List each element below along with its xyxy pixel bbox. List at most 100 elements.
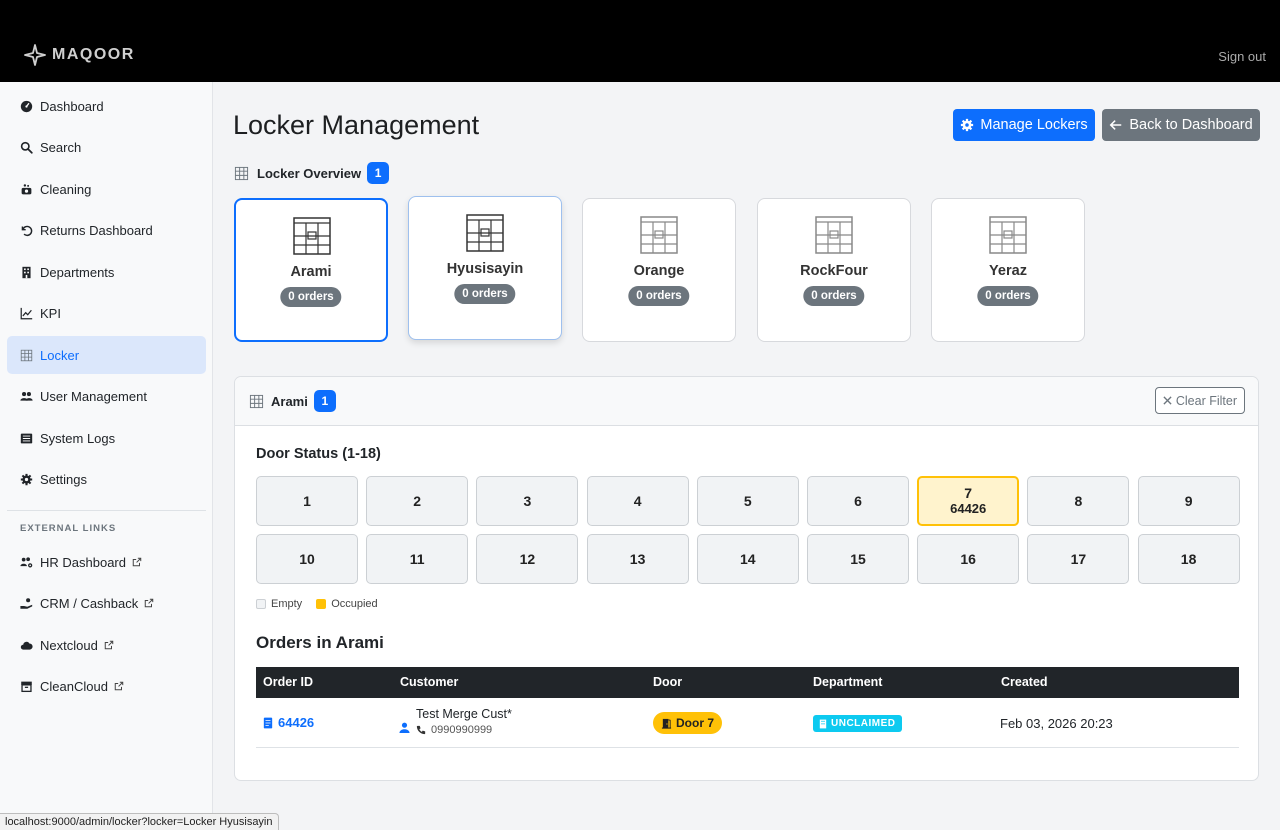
locker-card-orange[interactable]: Orange 0 orders (582, 198, 736, 342)
sidebar-item-dashboard[interactable]: Dashboard (7, 87, 206, 125)
sidebar-item-cleaning[interactable]: Cleaning (7, 170, 206, 208)
door-1[interactable]: 1 (256, 476, 358, 526)
locker-card-yeraz[interactable]: Yeraz 0 orders (931, 198, 1085, 342)
locker-orders-badge: 0 orders (977, 286, 1039, 306)
locker-card-arami[interactable]: Arami 0 orders (234, 198, 388, 342)
panel-header: Arami 1 Clear Filter (235, 377, 1258, 426)
sidebar-item-label: HR Dashboard (40, 554, 126, 570)
arrow-left-icon (1109, 118, 1123, 132)
door-number: 2 (413, 493, 422, 509)
locker-icon (20, 349, 33, 362)
table-row[interactable]: 64426 Test Merge Cust* 0990990999 Door 7… (256, 698, 1239, 748)
undo-icon (20, 224, 33, 237)
users-gear-icon (20, 556, 33, 569)
sidebar-item-label: Dashboard (40, 98, 104, 114)
brand-name: MAQOOR (52, 46, 135, 63)
order-id-text: 64426 (278, 715, 315, 730)
manage-lockers-button[interactable]: Manage Lockers (953, 109, 1095, 141)
orders-title: Orders in Arami (256, 633, 384, 652)
gear-icon (20, 473, 33, 486)
column-header-department[interactable]: Department (813, 675, 882, 689)
back-to-dashboard-button[interactable]: Back to Dashboard (1102, 109, 1260, 141)
column-header-door[interactable]: Door (653, 675, 682, 689)
door-number: 3 (523, 493, 532, 509)
door-13[interactable]: 13 (586, 534, 689, 584)
sidebar-item-search[interactable]: Search (7, 128, 206, 166)
sidebar-item-label: Settings (40, 471, 87, 487)
door-15[interactable]: 15 (807, 534, 909, 584)
locker-detail-panel: Arami 1 Clear Filter Door Status (1-18) … (234, 376, 1259, 781)
gear-icon (960, 118, 974, 132)
door-14[interactable]: 14 (696, 534, 799, 584)
locker-orders-badge: 0 orders (803, 286, 865, 306)
door-6[interactable]: 6 (807, 476, 909, 526)
door-9[interactable]: 9 (1137, 476, 1240, 526)
locker-name: RockFour (800, 263, 868, 279)
door-number: 13 (629, 551, 646, 567)
table-header: Order ID Customer Door Department Create… (256, 667, 1239, 698)
locker-icon (640, 216, 678, 254)
sidebar-item-system-logs[interactable]: System Logs (7, 419, 206, 457)
sidebar-item-locker[interactable]: Locker (7, 336, 206, 374)
sidebar-item-returns-dashboard[interactable]: Returns Dashboard (7, 211, 206, 249)
sidebar-item-label: CleanCloud (40, 678, 108, 694)
sign-out-link[interactable]: Sign out (1218, 49, 1266, 64)
sidebar-divider (7, 510, 206, 511)
door-8[interactable]: 8 (1027, 476, 1130, 526)
department-badge-text: UNCLAIMED (831, 718, 896, 729)
locker-name: Hyusisayin (446, 261, 524, 277)
dashboard-icon (20, 100, 33, 113)
order-id-cell: 64426 (263, 715, 314, 730)
door-7[interactable]: 7 64426 (917, 476, 1020, 526)
list-icon (20, 432, 33, 445)
door-11[interactable]: 11 (366, 534, 469, 584)
door-3[interactable]: 3 (476, 476, 579, 526)
page-title: Locker Management (233, 110, 480, 140)
locker-card-hyusisayin[interactable]: Hyusisayin 0 orders (408, 196, 562, 340)
door-5[interactable]: 5 (696, 476, 799, 526)
door-10[interactable]: 10 (256, 534, 358, 584)
external-link-icon (104, 640, 114, 650)
brand[interactable]: MAQOOR (24, 44, 135, 66)
locker-overview-header: Locker Overview 1 (234, 162, 390, 184)
locker-orders-badge: 0 orders (454, 284, 516, 304)
column-header-created[interactable]: Created (1001, 675, 1048, 689)
receipt-icon (263, 717, 273, 729)
legend-empty-label: Empty (271, 598, 303, 610)
sidebar-item-label: Cleaning (40, 181, 92, 197)
sidebar-item-crm-cashback[interactable]: CRM / Cashback (7, 584, 206, 622)
brand-logo-icon (24, 44, 46, 66)
sidebar-item-kpi[interactable]: KPI (7, 294, 206, 332)
locker-card-rockfour[interactable]: RockFour 0 orders (757, 198, 911, 342)
box-icon (20, 680, 33, 693)
user-icon (399, 722, 410, 733)
sidebar-item-label: Returns Dashboard (40, 222, 153, 238)
sidebar-item-settings[interactable]: Settings (7, 460, 206, 498)
sidebar-item-cleancloud[interactable]: CleanCloud (7, 667, 206, 705)
door-12[interactable]: 12 (476, 534, 579, 584)
selected-locker-count-badge: 1 (313, 390, 336, 412)
door-16[interactable]: 16 (917, 534, 1020, 584)
sidebar-item-label: Locker (40, 347, 80, 363)
door-4[interactable]: 4 (586, 476, 689, 526)
manage-lockers-label: Manage Lockers (980, 117, 1088, 133)
sidebar-item-hr-dashboard[interactable]: HR Dashboard (7, 543, 206, 581)
sidebar-item-departments[interactable]: Departments (7, 253, 206, 291)
legend-occupied-swatch (316, 599, 327, 609)
sidebar-item-label: User Management (40, 388, 147, 404)
clear-filter-button[interactable]: Clear Filter (1154, 387, 1245, 414)
building-icon (819, 719, 827, 729)
door-number: 7 (964, 485, 973, 501)
order-id-link[interactable]: 64426 (263, 715, 314, 730)
locker-icon (989, 216, 1027, 254)
customer-cell: Test Merge Cust* 0990990999 (399, 707, 512, 736)
column-header-order-id[interactable]: Order ID (263, 675, 313, 689)
door-18[interactable]: 18 (1137, 534, 1240, 584)
sidebar-item-user-management[interactable]: User Management (7, 377, 206, 415)
door-2[interactable]: 2 (366, 476, 469, 526)
column-header-customer[interactable]: Customer (400, 675, 458, 689)
door-cell: Door 7 (653, 712, 723, 734)
sidebar-item-label: KPI (40, 305, 61, 321)
door-17[interactable]: 17 (1027, 534, 1130, 584)
sidebar-item-nextcloud[interactable]: Nextcloud (7, 626, 206, 664)
